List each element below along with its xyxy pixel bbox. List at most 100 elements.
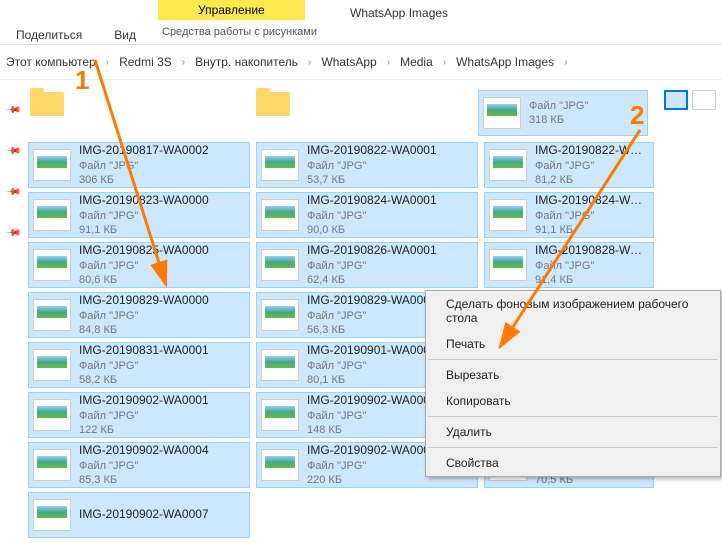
- file-size: 58,2 КБ: [79, 373, 209, 387]
- file-item[interactable]: Файл "JPG" 318 КБ: [478, 90, 648, 136]
- pin-icon[interactable]: 📌: [5, 143, 22, 160]
- image-thumb-icon: [483, 97, 521, 129]
- chevron-right-icon[interactable]: ›: [558, 57, 573, 68]
- file-name: IMG-20190826-WA0001: [307, 243, 437, 259]
- crumb-media[interactable]: Media: [396, 53, 437, 71]
- ctx-properties[interactable]: Свойства: [426, 450, 720, 476]
- ribbon-picture-tools[interactable]: Средства работы с рисунками: [158, 24, 321, 40]
- ctx-print[interactable]: Печать: [426, 331, 720, 357]
- pin-icon[interactable]: 📌: [5, 225, 22, 242]
- file-item[interactable]: IMG-20190825-WA0000Файл "JPG"80,6 КБ: [28, 242, 250, 288]
- file-name: IMG-20190828-WA0000: [535, 243, 649, 259]
- file-size: 85,3 КБ: [79, 473, 209, 487]
- file-type: Файл "JPG": [529, 99, 588, 113]
- chevron-right-icon[interactable]: ›: [100, 57, 115, 68]
- file-item[interactable]: IMG-20190822-WA0001Файл "JPG"53,7 КБ: [256, 142, 478, 188]
- file-size: 81,2 КБ: [535, 173, 649, 187]
- crumb-storage[interactable]: Внутр. накопитель: [191, 53, 302, 71]
- chevron-right-icon[interactable]: ›: [437, 57, 452, 68]
- view-list-button[interactable]: [692, 90, 716, 110]
- ribbon: Поделиться Вид Управление Средства работ…: [0, 0, 722, 45]
- file-type: Файл "JPG": [307, 459, 437, 473]
- folder-icon: [256, 92, 290, 116]
- file-item[interactable]: IMG-20190817-WA0002Файл "JPG"306 КБ: [28, 142, 250, 188]
- file-item[interactable]: IMG-20190831-WA0001Файл "JPG"58,2 КБ: [28, 342, 250, 388]
- file-size: 220 КБ: [307, 473, 437, 487]
- quick-access-pins: 📌 📌 📌 📌: [0, 90, 26, 540]
- file-type: Файл "JPG": [307, 159, 437, 173]
- chevron-right-icon[interactable]: ›: [176, 57, 191, 68]
- image-thumb-icon: [33, 349, 71, 381]
- file-item[interactable]: IMG-20190826-WA0001Файл "JPG"62,4 КБ: [256, 242, 478, 288]
- file-item[interactable]: IMG-20190822-WA0003Файл "JPG"81,2 КБ: [484, 142, 654, 188]
- pin-icon[interactable]: 📌: [5, 102, 22, 119]
- folder-icon: [30, 92, 64, 116]
- file-name: IMG-20190822-WA0003: [535, 143, 649, 159]
- file-size: 80,6 КБ: [79, 273, 209, 287]
- file-size: 80,1 КБ: [307, 373, 437, 387]
- chevron-right-icon[interactable]: ›: [381, 57, 396, 68]
- crumb-images[interactable]: WhatsApp Images: [452, 53, 558, 71]
- file-name: IMG-20190825-WA0000: [79, 243, 209, 259]
- file-size: 91,4 КБ: [535, 273, 649, 287]
- ctx-delete[interactable]: Удалить: [426, 419, 720, 445]
- file-name: IMG-20190902-WA0001: [79, 393, 209, 409]
- ctx-set-wallpaper[interactable]: Сделать фоновым изображением рабочего ст…: [426, 291, 720, 331]
- file-type: Файл "JPG": [307, 359, 437, 373]
- ctx-cut[interactable]: Вырезать: [426, 362, 720, 388]
- file-name: IMG-20190902-WA0005: [307, 443, 437, 459]
- file-name: IMG-20190902-WA0007: [79, 507, 209, 523]
- ribbon-tab-manage[interactable]: Управление: [158, 0, 305, 20]
- image-thumb-icon: [33, 499, 71, 531]
- file-size: 91,1 КБ: [79, 223, 209, 237]
- image-thumb-icon: [261, 449, 299, 481]
- file-type: Файл "JPG": [79, 209, 209, 223]
- file-size: 318 КБ: [529, 113, 588, 127]
- file-item[interactable]: IMG-20190824-WA0003Файл "JPG"91,1 КБ: [484, 192, 654, 238]
- ctx-copy[interactable]: Копировать: [426, 388, 720, 414]
- file-item[interactable]: IMG-20190824-WA0001Файл "JPG"90,0 КБ: [256, 192, 478, 238]
- file-type: Файл "JPG": [307, 259, 437, 273]
- ctx-separator: [428, 447, 718, 448]
- file-type: Файл "JPG": [307, 409, 437, 423]
- file-type: Файл "JPG": [79, 259, 209, 273]
- ribbon-tab-share[interactable]: Поделиться: [0, 24, 98, 46]
- file-item[interactable]: IMG-20190828-WA0000Файл "JPG"91,4 КБ: [484, 242, 654, 288]
- image-thumb-icon: [33, 199, 71, 231]
- file-type: Файл "JPG": [79, 459, 209, 473]
- chevron-right-icon[interactable]: ›: [302, 57, 317, 68]
- file-type: Файл "JPG": [307, 309, 437, 323]
- file-item[interactable]: IMG-20190902-WA0004Файл "JPG"85,3 КБ: [28, 442, 250, 488]
- annotation-2: 2: [630, 100, 644, 131]
- file-item[interactable]: IMG-20190902-WA0007: [28, 492, 250, 538]
- image-thumb-icon: [33, 449, 71, 481]
- image-thumb-icon: [489, 199, 527, 231]
- file-name: IMG-20190829-WA0002: [307, 293, 437, 309]
- pin-icon[interactable]: 📌: [5, 184, 22, 201]
- folder-item[interactable]: [252, 90, 472, 118]
- file-item[interactable]: IMG-20190829-WA0000Файл "JPG"84,8 КБ: [28, 292, 250, 338]
- image-thumb-icon: [261, 199, 299, 231]
- image-thumb-icon: [489, 149, 527, 181]
- crumb-whatsapp[interactable]: WhatsApp: [317, 53, 380, 71]
- file-item[interactable]: IMG-20190823-WA0000Файл "JPG"91,1 КБ: [28, 192, 250, 238]
- image-thumb-icon: [261, 249, 299, 281]
- crumb-redmi[interactable]: Redmi 3S: [115, 53, 176, 71]
- view-details-button[interactable]: [664, 90, 688, 110]
- image-thumb-icon: [261, 399, 299, 431]
- file-item[interactable]: IMG-20190902-WA0001Файл "JPG"122 КБ: [28, 392, 250, 438]
- image-thumb-icon: [33, 399, 71, 431]
- image-thumb-icon: [33, 249, 71, 281]
- file-size: 122 КБ: [79, 423, 209, 437]
- image-thumb-icon: [261, 349, 299, 381]
- file-size: 56,3 КБ: [307, 323, 437, 337]
- file-type: Файл "JPG": [535, 209, 649, 223]
- file-name: IMG-20190823-WA0000: [79, 193, 209, 209]
- file-name: IMG-20190822-WA0001: [307, 143, 437, 159]
- ribbon-tab-view[interactable]: Вид: [98, 24, 152, 46]
- file-name: IMG-20190902-WA0002: [307, 393, 437, 409]
- breadcrumb[interactable]: Этот компьютер› Redmi 3S› Внутр. накопит…: [0, 45, 722, 80]
- file-type: Файл "JPG": [79, 359, 209, 373]
- folder-item[interactable]: [26, 90, 246, 118]
- file-type: Файл "JPG": [535, 159, 649, 173]
